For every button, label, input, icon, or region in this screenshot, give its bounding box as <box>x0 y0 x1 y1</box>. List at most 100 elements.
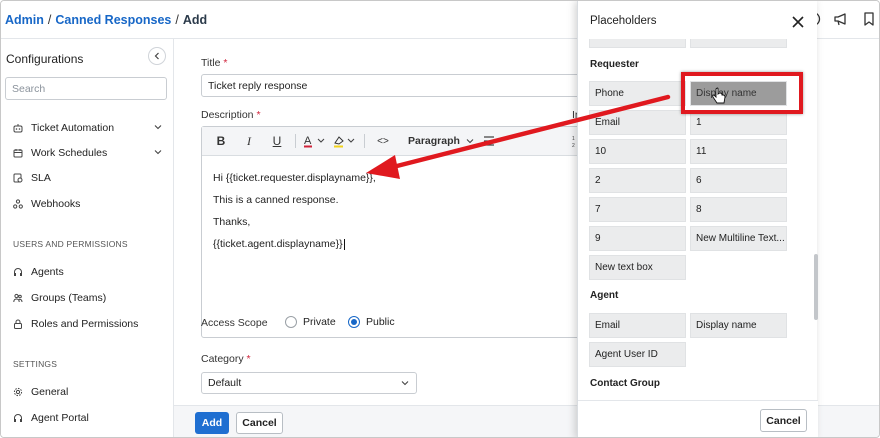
placeholder-agent-user-id[interactable]: Agent User ID <box>589 342 686 367</box>
close-icon[interactable] <box>790 14 806 30</box>
sla-icon <box>13 173 23 183</box>
align-button[interactable] <box>482 131 504 151</box>
app-window: Admin / Canned Responses / Add Configuration… <box>0 0 880 438</box>
placeholder-agent-display-name[interactable]: Display name <box>690 313 787 338</box>
title-label: Title * <box>201 57 227 69</box>
panel-title: Placeholders <box>590 15 657 27</box>
required-mark: * <box>246 353 251 365</box>
sidebar-item-label: Agents <box>31 266 64 278</box>
breadcrumb: Admin / Canned Responses / Add <box>5 13 207 27</box>
placeholder-11[interactable]: 11 <box>690 139 787 164</box>
sidebar-item-roles[interactable]: Roles and Permissions <box>13 315 163 333</box>
category-select[interactable]: Default <box>201 372 417 394</box>
access-scope-label: Access Scope <box>201 317 268 329</box>
sidebar-item-label: Agent Portal <box>31 412 89 424</box>
category-label-text: Category <box>201 353 244 365</box>
sidebar-item-label: SLA <box>31 172 51 184</box>
sidebar-item-label: Work Schedules <box>31 147 108 159</box>
megaphone-icon[interactable] <box>833 11 849 27</box>
editor-line-last: {{ticket.agent.displayname}} <box>213 233 376 255</box>
font-color-button[interactable]: A <box>303 131 327 151</box>
sidebar-item-work-schedules[interactable]: Work Schedules <box>13 144 163 162</box>
italic-button[interactable]: I <box>238 131 260 151</box>
title-label-text: Title <box>201 57 221 69</box>
placeholder-section-requester: Requester <box>590 59 639 70</box>
breadcrumb-separator: / <box>175 13 179 27</box>
placeholder-agent-email[interactable]: Email <box>589 313 686 338</box>
category-label: Category * <box>201 353 251 365</box>
sidebar-search-input[interactable] <box>5 77 167 100</box>
breadcrumb-current: Add <box>182 13 208 27</box>
category-value: Default <box>208 377 242 389</box>
sidebar-item-general[interactable]: General <box>13 383 163 401</box>
placeholder-email[interactable]: Email <box>589 110 686 135</box>
radio-public[interactable] <box>348 316 360 328</box>
chevron-down-icon <box>154 150 162 155</box>
headset-icon <box>14 268 22 276</box>
panel-scrollbar[interactable] <box>814 254 818 320</box>
description-label-text: Description <box>201 109 254 121</box>
webhook-icon <box>13 199 23 209</box>
placeholder-item[interactable] <box>589 39 686 48</box>
toolbar-divider <box>295 134 296 148</box>
placeholder-10[interactable]: 10 <box>589 139 686 164</box>
placeholder-8[interactable]: 8 <box>690 197 787 222</box>
title-input[interactable]: Ticket reply response <box>201 74 601 97</box>
placeholder-item[interactable] <box>690 39 787 48</box>
bookmark-icon[interactable] <box>861 11 877 27</box>
placeholder-new-multiline-text[interactable]: New Multiline Text... <box>690 226 787 251</box>
svg-text:1: 1 <box>572 136 575 142</box>
paragraph-format-select[interactable]: Paragraph <box>408 131 476 151</box>
radio-private[interactable] <box>285 316 297 328</box>
highlight-color-button[interactable] <box>333 131 357 151</box>
sidebar-item-label: Groups (Teams) <box>31 292 107 304</box>
breadcrumb-admin[interactable]: Admin <box>5 13 44 27</box>
collapse-sidebar-button[interactable] <box>148 47 166 65</box>
gear-icon <box>13 387 23 397</box>
editor-line-text: {{ticket.agent.displayname}} <box>213 238 343 250</box>
placeholder-2[interactable]: 2 <box>589 168 686 193</box>
placeholder-section-contact-group: Contact Group <box>590 378 660 389</box>
placeholder-9[interactable]: 9 <box>589 226 686 251</box>
editor-toolbar: B I U A <> Paragraph <box>202 127 600 156</box>
panel-cancel-button[interactable]: Cancel <box>760 409 807 432</box>
font-color-icon: A <box>304 135 325 148</box>
sidebar-item-webhooks[interactable]: Webhooks <box>13 195 163 213</box>
sidebar-item-groups[interactable]: Groups (Teams) <box>13 289 163 307</box>
access-scope-private[interactable]: Private <box>285 316 336 328</box>
radio-label: Public <box>366 316 395 328</box>
sidebar-item-agent-portal[interactable]: Agent Portal <box>13 409 163 427</box>
placeholder-7[interactable]: 7 <box>589 197 686 222</box>
sidebar-item-label: General <box>31 386 69 398</box>
highlighter-icon <box>334 136 355 148</box>
sidebar-section-settings: SETTINGS <box>13 359 58 369</box>
editor-line: Thanks, <box>213 216 251 228</box>
placeholder-new-text-box[interactable]: New text box <box>589 255 686 280</box>
underline-button[interactable]: U <box>266 131 288 151</box>
chevron-down-icon <box>154 125 162 130</box>
calendar-icon <box>13 149 23 158</box>
add-button[interactable]: Add <box>195 412 229 434</box>
description-editor[interactable]: B I U A <> Paragraph Hi {{ticket.request… <box>201 126 601 338</box>
sidebar-item-agents[interactable]: Agents <box>13 263 163 281</box>
svg-text:A: A <box>304 135 312 147</box>
svg-text:2: 2 <box>572 143 575 149</box>
sidebar-item-ticket-automation[interactable]: Ticket Automation <box>13 119 163 137</box>
access-scope-public[interactable]: Public <box>348 316 395 328</box>
annotation-highlight-box <box>681 72 803 114</box>
cancel-button[interactable]: Cancel <box>236 412 283 434</box>
toolbar-divider <box>364 134 365 148</box>
chevron-left-icon <box>154 52 159 60</box>
required-mark: * <box>223 57 228 69</box>
placeholder-6[interactable]: 6 <box>690 168 787 193</box>
required-mark: * <box>256 109 261 121</box>
code-button[interactable]: <> <box>372 131 394 151</box>
bold-button[interactable]: B <box>210 131 232 151</box>
breadcrumb-canned-responses[interactable]: Canned Responses <box>55 13 171 27</box>
sidebar-item-sla[interactable]: SLA <box>13 169 163 187</box>
editor-body[interactable]: Hi {{ticket.requester.displayname}}, Thi… <box>213 167 376 255</box>
placeholder-phone[interactable]: Phone <box>589 81 686 106</box>
sidebar-item-label: Webhooks <box>31 198 81 210</box>
sidebar: Configurations Ticket Automation Work Sc… <box>1 39 174 437</box>
radio-label: Private <box>303 316 336 328</box>
